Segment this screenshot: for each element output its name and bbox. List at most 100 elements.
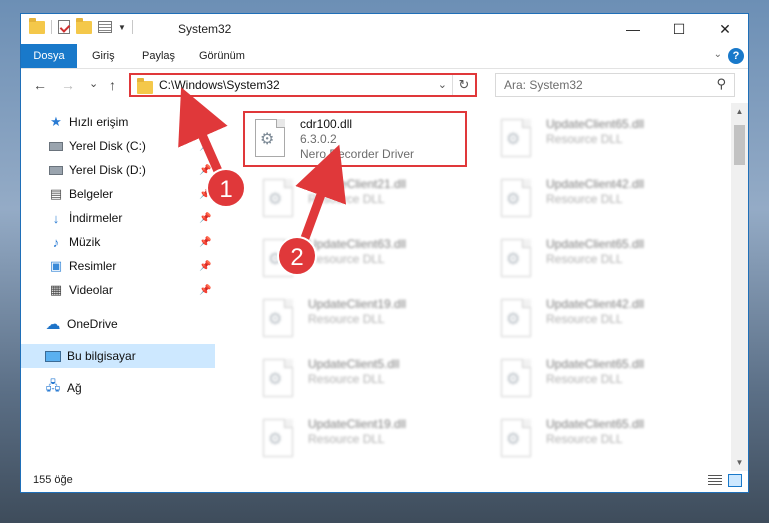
file-description: Resource DLL (308, 312, 385, 326)
pin-icon[interactable]: 📌 (199, 141, 211, 152)
tab-home[interactable]: Giriş (92, 44, 115, 68)
file-tile[interactable]: UpdateClient65.dll Resource DLL (491, 233, 721, 283)
vertical-scrollbar[interactable]: ▲ ▼ (731, 103, 748, 471)
tab-file[interactable]: Dosya (21, 44, 77, 68)
customize-dropdown-icon[interactable]: ▼ (118, 23, 126, 32)
file-tile[interactable]: UpdateClient63.dll Resource DLL (253, 233, 483, 283)
sidebar-item-onedrive[interactable]: ☁ OneDrive (21, 312, 215, 336)
file-name: UpdateClient65.dll (546, 117, 645, 131)
dll-file-icon (501, 179, 531, 217)
recent-locations-button[interactable]: ⌄ (89, 77, 98, 90)
sidebar-item-label: Yerel Disk (D:) (69, 163, 146, 177)
scroll-up-icon[interactable]: ▲ (731, 103, 748, 120)
file-name: UpdateClient42.dll (546, 177, 645, 191)
file-name: UpdateClient63.dll (308, 237, 407, 251)
file-name: UpdateClient65.dll (546, 357, 645, 371)
sidebar-item-this-pc[interactable]: Bu bilgisayar (21, 344, 215, 368)
drive-icon (48, 162, 64, 178)
scroll-thumb[interactable] (734, 125, 745, 165)
file-tile[interactable]: UpdateClient42.dll Resource DLL (491, 173, 721, 223)
file-description: Resource DLL (546, 192, 623, 206)
file-tile[interactable]: UpdateClient19.dll Resource DLL (253, 413, 483, 463)
up-button[interactable]: ↑ (109, 77, 116, 93)
sidebar-item-pictures[interactable]: ▣ Resimler 📌 (21, 254, 215, 278)
dll-file-icon (501, 239, 531, 277)
videos-icon: ▦ (49, 282, 63, 297)
quick-access-toolbar: ▼ (29, 17, 133, 34)
tiles-view-icon[interactable] (728, 474, 742, 487)
music-icon: ♪ (52, 234, 60, 250)
forward-button[interactable]: → (61, 77, 75, 93)
search-box[interactable]: Ara: System32 ⚲ (495, 73, 735, 97)
dll-file-icon (263, 239, 293, 277)
tab-share[interactable]: Paylaş (142, 44, 175, 68)
file-name: UpdateClient5.dll (308, 357, 400, 371)
back-button[interactable]: ← (33, 77, 47, 93)
pin-icon[interactable]: 📌 (199, 213, 211, 224)
sidebar-item-label: Ağ (67, 381, 82, 395)
sidebar-item-local-disk-c[interactable]: Yerel Disk (C:) 📌 (21, 134, 215, 158)
address-dropdown-icon[interactable]: ⌄ (438, 78, 447, 91)
sidebar-item-local-disk-d[interactable]: Yerel Disk (D:) 📌 (21, 158, 215, 182)
file-tile[interactable]: UpdateClient42.dll Resource DLL (491, 293, 721, 343)
new-folder-icon[interactable] (76, 17, 92, 34)
sidebar-item-videos[interactable]: ▦ Videolar 📌 (21, 278, 215, 302)
scroll-down-icon[interactable]: ▼ (731, 454, 748, 471)
file-tile[interactable]: UpdateClient5.dll Resource DLL (253, 353, 483, 403)
pin-icon[interactable]: 📌 (199, 165, 211, 176)
tab-view[interactable]: Görünüm (199, 44, 245, 68)
file-description: Nero Recorder Driver (300, 147, 415, 161)
star-icon: ★ (50, 114, 62, 129)
pin-icon[interactable]: 📌 (199, 189, 211, 200)
sidebar-item-network[interactable]: 🖧 Ağ (21, 376, 215, 400)
properties-check-icon[interactable] (58, 20, 70, 34)
file-tile[interactable]: UpdateClient19.dll Resource DLL (253, 293, 483, 343)
search-icon[interactable]: ⚲ (716, 76, 726, 92)
sidebar-item-documents[interactable]: ▤ Belgeler 📌 (21, 182, 215, 206)
dll-file-icon (263, 299, 293, 337)
dll-file-icon (501, 419, 531, 457)
pin-icon[interactable]: 📌 (199, 237, 211, 248)
file-tile[interactable]: UpdateClient65.dll Resource DLL (491, 353, 721, 403)
sidebar-item-music[interactable]: ♪ Müzik 📌 (21, 230, 215, 254)
title-bar: ▼ System32 — ☐ ✕ (21, 14, 748, 44)
ribbon-expand-icon[interactable]: ⌄ (714, 49, 722, 60)
window-controls: — ☐ ✕ (610, 14, 748, 44)
pin-icon[interactable]: 📌 (199, 285, 211, 296)
refresh-button[interactable]: ↻ (452, 75, 475, 95)
sidebar-item-label: İndirmeler (69, 211, 123, 225)
help-icon[interactable]: ? (728, 48, 744, 64)
documents-icon: ▤ (49, 186, 63, 201)
customize-icon[interactable] (98, 21, 112, 33)
file-tile[interactable]: UpdateClient65.dll Resource DLL (491, 413, 721, 463)
address-bar[interactable]: C:\Windows\System32 ⌄ ↻ (129, 73, 477, 97)
sidebar-item-label: Videolar (69, 283, 113, 297)
file-tile-cdr100[interactable]: cdr100.dll 6.3.0.2 Nero Recorder Driver (243, 111, 467, 167)
item-count: 155 öğe (33, 474, 73, 486)
explorer-window: ▼ System32 — ☐ ✕ Dosya Giriş Paylaş Görü… (20, 13, 749, 493)
sidebar-item-label: Bu bilgisayar (67, 349, 136, 363)
file-tile[interactable]: UpdateClient65.dll Resource DLL (491, 113, 721, 163)
address-path[interactable]: C:\Windows\System32 (159, 78, 280, 92)
sidebar-item-label: Hızlı erişim (69, 115, 129, 129)
file-description: Resource DLL (308, 372, 385, 386)
minimize-button[interactable]: — (610, 14, 656, 44)
file-name: UpdateClient42.dll (546, 297, 645, 311)
dll-file-icon (501, 299, 531, 337)
file-name: UpdateClient19.dll (308, 297, 407, 311)
window-title: System32 (178, 22, 232, 36)
file-description: Resource DLL (546, 312, 623, 326)
search-placeholder: Ara: System32 (504, 78, 583, 92)
sidebar-item-label: Müzik (69, 235, 101, 249)
dll-file-icon (501, 119, 531, 157)
maximize-button[interactable]: ☐ (656, 14, 702, 44)
toolbar-divider (51, 20, 52, 34)
sidebar-item-downloads[interactable]: ↓ İndirmeler 📌 (21, 206, 215, 230)
close-button[interactable]: ✕ (702, 14, 748, 44)
file-name: cdr100.dll (300, 117, 353, 131)
file-name: UpdateClient19.dll (308, 417, 407, 431)
file-tile[interactable]: UpdateClient21.dll Resource DLL (253, 173, 483, 223)
details-view-icon[interactable] (708, 475, 722, 487)
sidebar-item-quick-access[interactable]: ★ Hızlı erişim (21, 110, 215, 134)
pin-icon[interactable]: 📌 (199, 261, 211, 272)
